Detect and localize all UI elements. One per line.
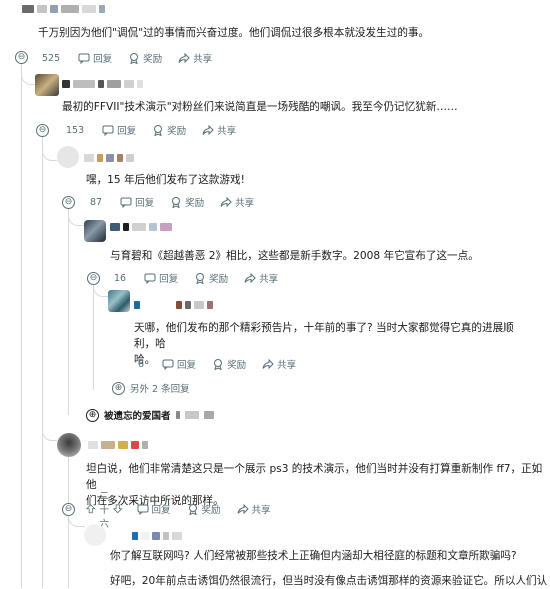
share-button[interactable]: 共享 [202, 123, 236, 137]
comment-actions: 二十六 回复 奖励 共享 [86, 491, 287, 530]
avatar[interactable] [84, 524, 106, 546]
award-icon [196, 273, 205, 284]
comment-body-line: 天哪，他们发布的那个精彩预告片，十年前的事了? 当时大家都觉得它真的进展顺利，哈 [134, 322, 514, 350]
collapse-thread-icon[interactable]: ⊖ [87, 272, 100, 285]
reply-button[interactable]: 回复 [162, 357, 196, 371]
share-icon [220, 196, 232, 208]
thread-line-root [21, 62, 22, 588]
comment-icon [162, 359, 174, 370]
thread-curve [68, 207, 85, 226]
share-icon [244, 272, 256, 284]
award-button[interactable]: 奖励 [128, 51, 162, 65]
upvote-icon[interactable] [86, 504, 96, 514]
comment-actions: 6 回复 奖励 共享 [134, 356, 312, 372]
more-replies-link[interactable]: ⊕ 另外 2 条回复 [112, 381, 190, 395]
comment-icon [120, 197, 132, 208]
avatar[interactable] [84, 220, 106, 242]
expand-icon: ⊕ [112, 381, 125, 395]
thread-line-level2 [68, 205, 69, 415]
comment-actions: 87 回复 奖励 共享 [86, 194, 270, 210]
award-icon [130, 53, 139, 64]
collapse-thread-icon[interactable]: ⊖ [36, 124, 49, 137]
vote-count: 153 [66, 124, 85, 136]
award-button[interactable]: 奖励 [212, 357, 246, 371]
award-icon [214, 359, 223, 370]
collapse-thread-icon[interactable]: ⊖ [62, 503, 75, 516]
comment-icon [102, 125, 114, 136]
username-redacted[interactable] [84, 153, 134, 163]
reply-button[interactable]: 回复 [102, 123, 136, 137]
comment-icon [78, 53, 90, 64]
username-redacted[interactable] [132, 531, 182, 541]
share-button[interactable]: 共享 [262, 357, 296, 371]
award-button[interactable]: 奖励 [187, 502, 221, 516]
share-button[interactable]: 共享 [244, 271, 278, 285]
award-button[interactable]: 奖励 [152, 123, 186, 137]
comment-body: 最初的FFVII"技术演示"对粉丝们来说简直是一场残酷的嘲讽。我至今仍记忆犹新…… [62, 101, 458, 113]
comment-body: 你了解互联网吗? 人们经常被那些技术上正确但内涵却大相径庭的标题和文章所欺骗吗? [110, 550, 517, 562]
comment-actions: 153 回复 奖励 共享 [62, 122, 252, 138]
collapsed-comment-row[interactable]: ⊕ 被遗忘的爱国者 [86, 408, 214, 422]
comment-actions: 16 回复 奖励 共享 [110, 270, 294, 286]
award-icon [154, 125, 163, 136]
share-icon [178, 52, 190, 64]
collapse-thread-icon[interactable]: ⊖ [15, 51, 28, 64]
thread-curve [42, 420, 57, 441]
comment-body: 千万别因为他们"调侃"过的事情而兴奋过度。他们调侃过很多根本就没发生过的事。 [38, 27, 430, 39]
share-icon [262, 358, 274, 370]
username-redacted[interactable] [110, 222, 172, 232]
comment-body: 与育碧和《超越善恶 2》相比，这些都是新手数字。2008 年它宣布了这一点。 [110, 250, 479, 262]
username-redacted[interactable] [134, 300, 213, 310]
collapse-thread-icon[interactable]: ⊖ [62, 196, 75, 209]
reply-button[interactable]: 回复 [78, 51, 112, 65]
award-icon [188, 504, 197, 515]
comment-body: 好吧，20年前点击诱饵仍然很流行，但当时没有像点击诱饵那样的资源来验证它。所以人… [110, 575, 548, 587]
reply-button[interactable]: 回复 [120, 195, 154, 209]
share-button[interactable]: 共享 [220, 195, 254, 209]
thread-line-level1 [42, 135, 43, 588]
reply-button[interactable]: 回复 [137, 502, 171, 516]
share-button[interactable]: 共享 [237, 502, 271, 516]
vote-count: 16 [114, 272, 127, 284]
comment-icon [144, 273, 156, 284]
reply-button[interactable]: 回复 [144, 271, 178, 285]
comment-icon [137, 504, 149, 515]
collapsed-username: 被遗忘的爱国者 [104, 411, 171, 422]
expand-icon: ⊕ [86, 408, 99, 422]
vote-count: 87 [90, 196, 103, 208]
comment-body: 嘿，15 年后他们发布了这款游戏! [86, 174, 245, 186]
avatar[interactable] [35, 74, 59, 96]
award-button[interactable]: 奖励 [170, 195, 204, 209]
username-redacted[interactable] [22, 4, 105, 14]
avatar[interactable] [57, 433, 81, 457]
vote-count: 二十六 [99, 491, 110, 530]
comment-body-line: 坦白说，他们非常清楚这只是一个展示 ps3 的技术演示，他们当时并没有打算重新制… [86, 463, 543, 491]
avatar[interactable] [57, 146, 79, 168]
vote-count: 525 [42, 52, 61, 64]
share-icon [202, 124, 214, 136]
vote-count: 6 [138, 358, 145, 370]
username-redacted[interactable] [88, 440, 148, 450]
thread-curve [42, 140, 57, 161]
award-button[interactable]: 奖励 [194, 271, 228, 285]
share-icon [237, 503, 249, 515]
award-icon [172, 197, 181, 208]
comment-actions: 525 回复 奖励 共享 [38, 50, 228, 66]
downvote-icon[interactable] [113, 504, 123, 514]
username-redacted[interactable] [62, 79, 143, 89]
share-button[interactable]: 共享 [178, 51, 212, 65]
avatar[interactable] [108, 290, 130, 312]
